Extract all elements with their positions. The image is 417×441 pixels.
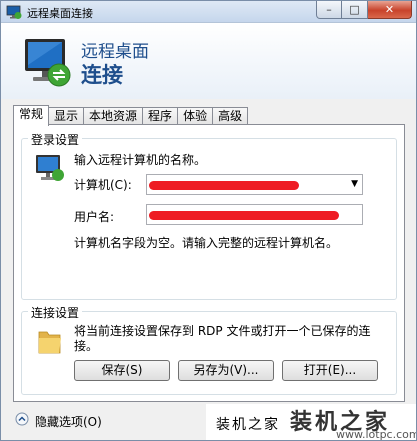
open-button[interactable]: 打开(E)... bbox=[282, 360, 378, 381]
computer-monitor-icon bbox=[36, 155, 64, 181]
username-input[interactable] bbox=[146, 204, 363, 225]
minimize-button[interactable]: – bbox=[316, 1, 342, 19]
window-title: 远程桌面连接 bbox=[27, 7, 93, 20]
redaction-mark bbox=[149, 211, 339, 220]
general-tab-panel: 登录设置 输入远程计算机的名称。 计算机(C): ▼ 用户名: 计算机名字段为空… bbox=[13, 124, 405, 402]
save-button[interactable]: 保存(S) bbox=[74, 360, 170, 381]
caption-buttons: – □ ✕ bbox=[316, 1, 412, 19]
computer-label: 计算机(C): bbox=[74, 178, 132, 192]
connection-description-line2: 接。 bbox=[74, 339, 99, 353]
chevron-down-icon[interactable]: ▼ bbox=[351, 179, 358, 189]
collapse-options-icon[interactable] bbox=[15, 412, 29, 426]
computer-combobox[interactable]: ▼ bbox=[146, 174, 363, 195]
username-label: 用户名: bbox=[74, 210, 115, 224]
login-settings-group: 登录设置 输入远程计算机的名称。 计算机(C): ▼ 用户名: 计算机名字段为空… bbox=[21, 131, 397, 300]
folder-icon bbox=[38, 331, 61, 354]
remote-desktop-app-icon bbox=[6, 5, 22, 19]
save-as-button[interactable]: 另存为(V)... bbox=[178, 360, 274, 381]
maximize-button[interactable]: □ bbox=[342, 1, 368, 19]
connection-settings-title: 连接设置 bbox=[28, 304, 83, 321]
login-hint: 计算机名字段为空。请输入完整的远程计算机名。 bbox=[74, 236, 339, 250]
header-banner: 远程桌面 连接 bbox=[1, 23, 416, 99]
tab-local-resources[interactable]: 本地资源 bbox=[84, 107, 144, 125]
connection-description-line1: 将当前连接设置保存到 RDP 文件或打开一个已保存的连 bbox=[74, 324, 371, 338]
login-prompt: 输入远程计算机的名称。 bbox=[74, 153, 207, 167]
watermark-small-text: 装机之家 bbox=[216, 417, 280, 433]
watermark: 装机之家 装机之家 www.lotpc.com bbox=[206, 404, 417, 441]
tab-general[interactable]: 常规 bbox=[13, 105, 50, 126]
tab-experience[interactable]: 体验 bbox=[178, 107, 214, 125]
connection-settings-group: 连接设置 将当前连接设置保存到 RDP 文件或打开一个已保存的连 接。 保存(S… bbox=[21, 304, 397, 395]
header-title-line2: 连接 bbox=[81, 63, 123, 87]
remote-desktop-window: 远程桌面连接 – □ ✕ 远程桌面 连接 常规 显示 本地资源 程序 体验 高级… bbox=[0, 0, 417, 441]
tab-display[interactable]: 显示 bbox=[49, 107, 85, 125]
tab-strip: 常规 显示 本地资源 程序 体验 高级 bbox=[13, 105, 249, 126]
close-button[interactable]: ✕ bbox=[368, 1, 412, 19]
redaction-mark bbox=[149, 181, 299, 190]
title-bar: 远程桌面连接 – □ ✕ bbox=[1, 1, 416, 23]
remote-desktop-monitor-icon bbox=[25, 39, 71, 87]
tab-advanced[interactable]: 高级 bbox=[213, 107, 249, 125]
login-settings-title: 登录设置 bbox=[28, 131, 83, 148]
watermark-url: www.lotpc.com bbox=[336, 428, 417, 441]
tab-programs[interactable]: 程序 bbox=[143, 107, 179, 125]
hide-options-link[interactable]: 隐藏选项(O) bbox=[35, 413, 102, 430]
